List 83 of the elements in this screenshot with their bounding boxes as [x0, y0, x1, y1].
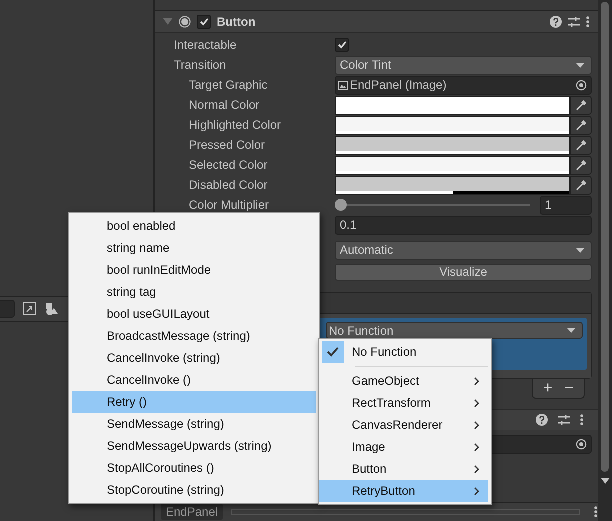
visualize-button[interactable]: Visualize: [335, 264, 592, 280]
checkbox[interactable]: [197, 14, 211, 28]
menu-item[interactable]: Image: [319, 436, 488, 458]
more-icon[interactable]: [586, 16, 590, 28]
field-label: Target Graphic: [188, 78, 269, 92]
chevron-icon: [474, 420, 480, 430]
check-icon: [327, 347, 339, 357]
color-swatch[interactable]: [335, 156, 570, 174]
color-swatch[interactable]: [335, 176, 570, 194]
menu-item[interactable]: CancelInvoke (string): [72, 347, 316, 369]
menu-item[interactable]: SendMessage (string): [72, 413, 316, 435]
check-icon: [200, 18, 208, 26]
menu-item[interactable]: StopCoroutine (string): [72, 479, 316, 501]
eyedropper-icon[interactable]: [576, 100, 586, 110]
color-swatch[interactable]: [335, 136, 570, 154]
menu-item[interactable]: CanvasRenderer: [319, 414, 488, 436]
number-field[interactable]: 0.1: [335, 216, 592, 234]
chevron-icon: [474, 486, 480, 496]
image-icon: [338, 80, 348, 90]
menu-item[interactable]: bool useGUILayout: [72, 303, 316, 325]
menu-item[interactable]: No Function: [319, 341, 488, 363]
menu-item[interactable]: string tag: [72, 281, 316, 303]
more-icon[interactable]: [594, 506, 598, 518]
menu-item[interactable]: RectTransform: [319, 392, 488, 414]
eyedropper-icon[interactable]: [576, 140, 586, 150]
eyedropper-icon[interactable]: [576, 120, 586, 130]
object-tag[interactable]: EndPanel: [161, 504, 224, 520]
slider-thumb[interactable]: [335, 199, 347, 211]
caret-icon: [567, 328, 576, 333]
help-icon[interactable]: [550, 16, 562, 28]
menu-item[interactable]: GameObject: [319, 370, 488, 392]
chevron-icon: [474, 442, 480, 452]
field-label: Selected Color: [188, 158, 269, 172]
component-icon: [179, 16, 191, 28]
menu-item[interactable]: StopAllCoroutines (): [72, 457, 316, 479]
function-dropdown[interactable]: No Function: [326, 322, 583, 339]
list-button[interactable]: −: [564, 380, 574, 398]
field-label: Interactable: [173, 38, 238, 52]
field-label: Normal Color: [188, 98, 261, 112]
number-field[interactable]: 1: [540, 196, 592, 214]
eyedropper-icon[interactable]: [576, 180, 586, 190]
eyedropper-icon[interactable]: [576, 160, 586, 170]
window-icon[interactable]: [23, 302, 37, 316]
search-field[interactable]: [0, 300, 15, 318]
component-header[interactable]: Button: [155, 11, 598, 33]
scroll-down-icon[interactable]: [600, 478, 610, 484]
settings-icon[interactable]: [568, 16, 580, 28]
field-label: Pressed Color: [188, 138, 266, 152]
scrollbar-thumb[interactable]: [601, 2, 609, 472]
slider-track[interactable]: [231, 509, 580, 515]
caret-icon: [576, 62, 585, 68]
caret-icon: [576, 248, 585, 252]
object-field[interactable]: EndPanel (Image): [335, 76, 592, 94]
color-swatch[interactable]: [335, 96, 570, 114]
list-button[interactable]: +: [543, 380, 553, 398]
more-icon[interactable]: [580, 414, 584, 426]
dropdown[interactable]: Automatic: [335, 240, 592, 260]
field-label: Disabled Color: [188, 178, 269, 192]
chevron-icon: [474, 464, 480, 474]
target-icon[interactable]: [576, 439, 587, 450]
chevron-icon: [474, 398, 480, 408]
menu-item[interactable]: Retry (): [72, 391, 316, 413]
field-label: Transition: [173, 58, 228, 72]
field-label: Highlighted Color: [188, 118, 282, 132]
menu-item[interactable]: bool enabled: [72, 215, 316, 237]
component-title: Button: [217, 14, 257, 28]
color-swatch[interactable]: [335, 116, 570, 134]
check-icon: [338, 41, 346, 49]
menu-item[interactable]: bool runInEditMode: [72, 259, 316, 281]
menu-item[interactable]: BroadcastMessage (string): [72, 325, 316, 347]
checkbox[interactable]: [335, 38, 349, 52]
menu-item[interactable]: string name: [72, 237, 316, 259]
target-icon[interactable]: [576, 80, 587, 90]
menu-item[interactable]: Button: [319, 458, 488, 480]
help-icon[interactable]: [536, 414, 548, 426]
menu-item[interactable]: RetryButton: [319, 480, 488, 502]
field-label: Color Multiplier: [188, 198, 270, 212]
shapes-icon[interactable]: [45, 302, 59, 316]
menu-item[interactable]: CancelInvoke (): [72, 369, 316, 391]
dropdown[interactable]: Color Tint: [335, 56, 592, 74]
chevron-icon: [474, 376, 480, 386]
menu-item[interactable]: SendMessageUpwards (string): [72, 435, 316, 457]
settings-icon[interactable]: [558, 414, 570, 426]
